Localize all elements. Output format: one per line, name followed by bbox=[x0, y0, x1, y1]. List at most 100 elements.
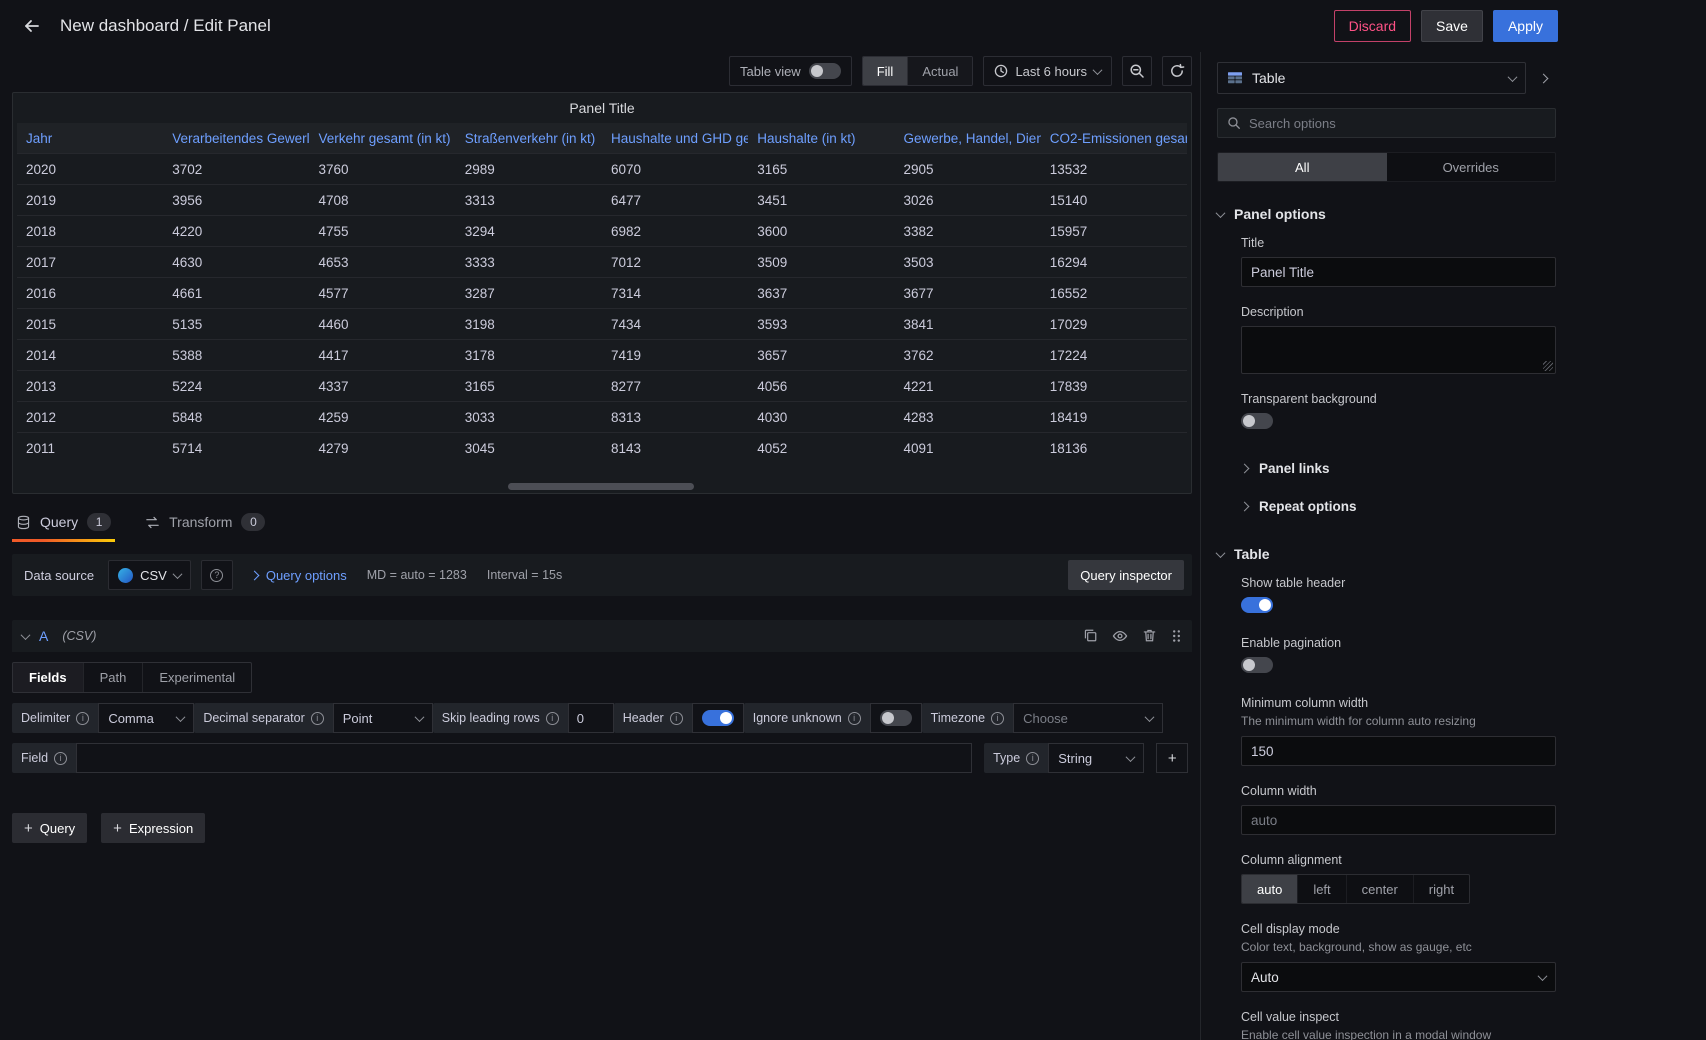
time-range-picker[interactable]: Last 6 hours bbox=[983, 56, 1112, 86]
table-cell: 3702 bbox=[163, 162, 309, 177]
add-expression-button[interactable]: + Expression bbox=[101, 813, 205, 843]
section-panel-options[interactable]: Panel options bbox=[1217, 206, 1556, 222]
column-header[interactable]: CO2-Emissionen gesar bbox=[1041, 131, 1187, 146]
enable-pagination-toggle[interactable] bbox=[1241, 657, 1273, 673]
zoom-out-button[interactable] bbox=[1122, 56, 1152, 86]
column-header[interactable]: Verarbeitendes Gewerl bbox=[163, 131, 309, 146]
table-cell: 3287 bbox=[456, 286, 602, 301]
duplicate-icon[interactable] bbox=[1083, 628, 1098, 644]
chevron-down-icon bbox=[176, 712, 186, 722]
table-cell: 17224 bbox=[1041, 348, 1187, 363]
datasource-help-button[interactable]: ? bbox=[201, 560, 233, 590]
table-cell: 4091 bbox=[895, 441, 1041, 456]
ignore-unknown-toggle[interactable] bbox=[880, 710, 912, 726]
add-query-button[interactable]: + Query bbox=[12, 813, 87, 843]
alignment-option-auto[interactable]: auto bbox=[1242, 875, 1297, 903]
column-header[interactable]: Verkehr gesamt (in kt) bbox=[310, 131, 456, 146]
table-cell: 3165 bbox=[456, 379, 602, 394]
tab-all[interactable]: All bbox=[1218, 153, 1387, 181]
skip-leading-rows-input[interactable] bbox=[568, 703, 614, 733]
cell-display-mode-select[interactable]: Auto bbox=[1241, 962, 1556, 992]
title-field-label: Title bbox=[1241, 236, 1556, 250]
table-cell: 7314 bbox=[602, 286, 748, 301]
timezone-select[interactable]: Choose bbox=[1013, 703, 1163, 733]
table-cell: 2013 bbox=[17, 379, 163, 394]
table-cell: 4630 bbox=[163, 255, 309, 270]
query-inspector-button[interactable]: Query inspector bbox=[1068, 560, 1184, 590]
plus-icon: + bbox=[24, 821, 33, 836]
table-cell: 4056 bbox=[748, 379, 894, 394]
query-ref-id[interactable]: A bbox=[39, 628, 48, 644]
column-header[interactable]: Haushalte und GHD ge bbox=[602, 131, 748, 146]
chevron-right-icon bbox=[249, 570, 259, 580]
table-cell: 6070 bbox=[602, 162, 748, 177]
refresh-icon bbox=[1169, 63, 1185, 79]
fit-option-actual[interactable]: Actual bbox=[907, 57, 972, 85]
decimal-separator-select[interactable]: Point bbox=[333, 703, 433, 733]
transform-icon bbox=[145, 515, 160, 530]
table-cell: 3382 bbox=[895, 224, 1041, 239]
fit-option-fill[interactable]: Fill bbox=[863, 57, 908, 85]
info-icon: i bbox=[54, 752, 67, 765]
field-label: Field i bbox=[12, 743, 76, 773]
info-icon: i bbox=[1026, 752, 1039, 765]
column-width-input[interactable] bbox=[1241, 805, 1556, 835]
tab-fields[interactable]: Fields bbox=[13, 663, 83, 692]
header-toggle[interactable] bbox=[702, 710, 734, 726]
drag-handle-icon[interactable] bbox=[1171, 628, 1182, 644]
horizontal-scrollbar[interactable] bbox=[508, 483, 694, 490]
column-header[interactable]: Haushalte (in kt) bbox=[748, 131, 894, 146]
type-select[interactable]: String bbox=[1048, 743, 1144, 773]
cell-value-inspect-description: Enable cell value inspection in a modal … bbox=[1241, 1028, 1556, 1040]
section-panel-links[interactable]: Panel links bbox=[1241, 452, 1556, 484]
table-cell: 4052 bbox=[748, 441, 894, 456]
collapse-chevron-icon[interactable] bbox=[21, 630, 31, 640]
delimiter-select[interactable]: Comma bbox=[98, 703, 194, 733]
tab-overrides[interactable]: Overrides bbox=[1387, 153, 1556, 181]
refresh-button[interactable] bbox=[1162, 56, 1192, 86]
table-cell: 2015 bbox=[17, 317, 163, 332]
breadcrumb[interactable]: New dashboard / Edit Panel bbox=[60, 16, 271, 36]
column-header[interactable]: Gewerbe, Handel, Dien bbox=[895, 131, 1041, 146]
show-table-header-toggle[interactable] bbox=[1241, 597, 1273, 613]
table-cell: 17839 bbox=[1041, 379, 1187, 394]
visualization-picker[interactable]: Table bbox=[1217, 62, 1526, 94]
query-options-toggle[interactable]: Query options bbox=[251, 568, 347, 583]
table-cell: 2014 bbox=[17, 348, 163, 363]
section-repeat-options[interactable]: Repeat options bbox=[1241, 490, 1556, 522]
table-view-toggle[interactable] bbox=[809, 63, 841, 79]
tab-query[interactable]: Query 1 bbox=[12, 502, 115, 542]
datasource-picker[interactable]: CSV bbox=[108, 560, 191, 590]
trash-icon[interactable] bbox=[1142, 628, 1157, 644]
panel-table: JahrVerarbeitendes GewerlVerkehr gesamt … bbox=[13, 123, 1191, 493]
collapse-pane-button[interactable] bbox=[1530, 62, 1556, 94]
delimiter-value: Comma bbox=[108, 711, 154, 726]
tab-experimental[interactable]: Experimental bbox=[142, 663, 251, 692]
alignment-option-right[interactable]: right bbox=[1413, 875, 1469, 903]
min-column-width-input[interactable] bbox=[1241, 736, 1556, 766]
alignment-option-left[interactable]: left bbox=[1297, 875, 1345, 903]
search-options-input[interactable] bbox=[1249, 116, 1546, 131]
tab-transform[interactable]: Transform 0 bbox=[141, 502, 269, 542]
discard-button[interactable]: Discard bbox=[1334, 10, 1411, 42]
header-label: Header i bbox=[614, 703, 692, 733]
save-button[interactable]: Save bbox=[1421, 10, 1483, 42]
apply-button[interactable]: Apply bbox=[1493, 10, 1558, 42]
field-name-input[interactable] bbox=[76, 743, 972, 773]
transparent-background-toggle[interactable] bbox=[1241, 413, 1273, 429]
add-field-button[interactable]: + bbox=[1156, 743, 1188, 773]
alignment-option-center[interactable]: center bbox=[1346, 875, 1413, 903]
hide-response-eye-icon[interactable] bbox=[1112, 628, 1128, 644]
column-header[interactable]: Jahr bbox=[17, 131, 163, 146]
chevron-right-icon bbox=[1240, 501, 1250, 511]
tab-path[interactable]: Path bbox=[83, 663, 143, 692]
panel-description-textarea[interactable] bbox=[1241, 326, 1556, 374]
column-header[interactable]: Straßenverkehr (in kt) bbox=[456, 131, 602, 146]
column-alignment-group: auto left center right bbox=[1241, 874, 1470, 904]
back-button[interactable] bbox=[16, 10, 48, 42]
table-cell: 4220 bbox=[163, 224, 309, 239]
top-bar: New dashboard / Edit Panel Discard Save … bbox=[0, 0, 1566, 52]
section-table[interactable]: Table bbox=[1217, 546, 1556, 562]
panel-title-input[interactable] bbox=[1241, 257, 1556, 287]
column-width-label: Column width bbox=[1241, 784, 1556, 798]
